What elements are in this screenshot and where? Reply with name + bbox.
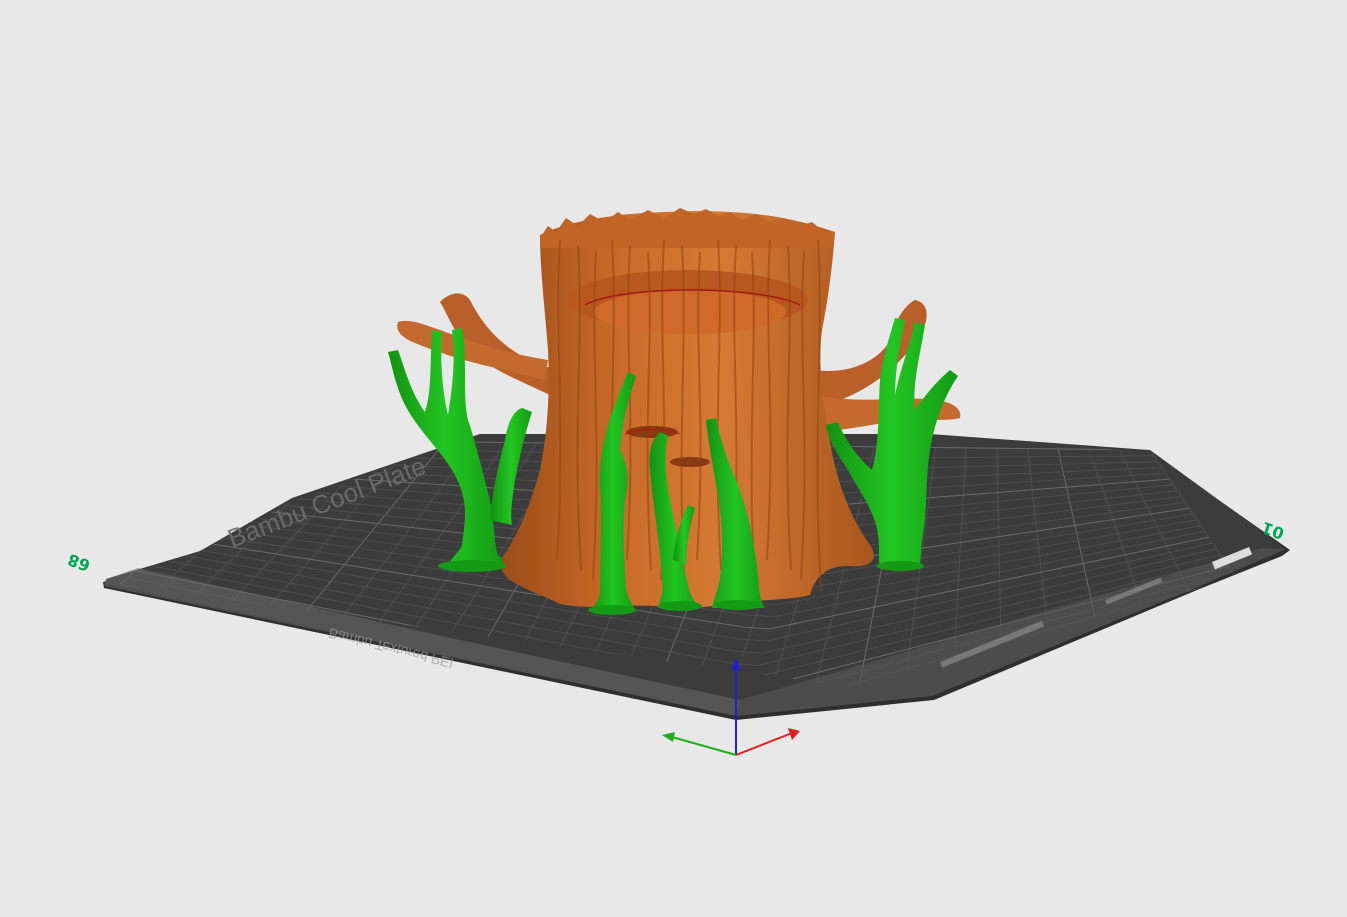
axis-y [671,736,737,756]
support-pad-right [876,561,924,571]
planter-inner-floor [594,290,786,334]
3d-viewport[interactable]: Bambu Cool Plate Bambu Textured PEI 68 0… [0,0,1347,917]
support-pad-front-1 [588,605,636,615]
support-pad-front-2 [658,601,702,611]
support-pad-front-3 [714,600,762,610]
axis-y-arrow [662,732,675,742]
scene-canvas[interactable]: Bambu Cool Plate Bambu Textured PEI 68 0… [0,0,1347,917]
plate-number-left: 68 [65,550,92,575]
axis-x [735,732,793,756]
support-pad-left [438,560,506,572]
left-knot [626,426,678,438]
right-knot [670,457,710,467]
planter-jagged-top [540,208,835,248]
